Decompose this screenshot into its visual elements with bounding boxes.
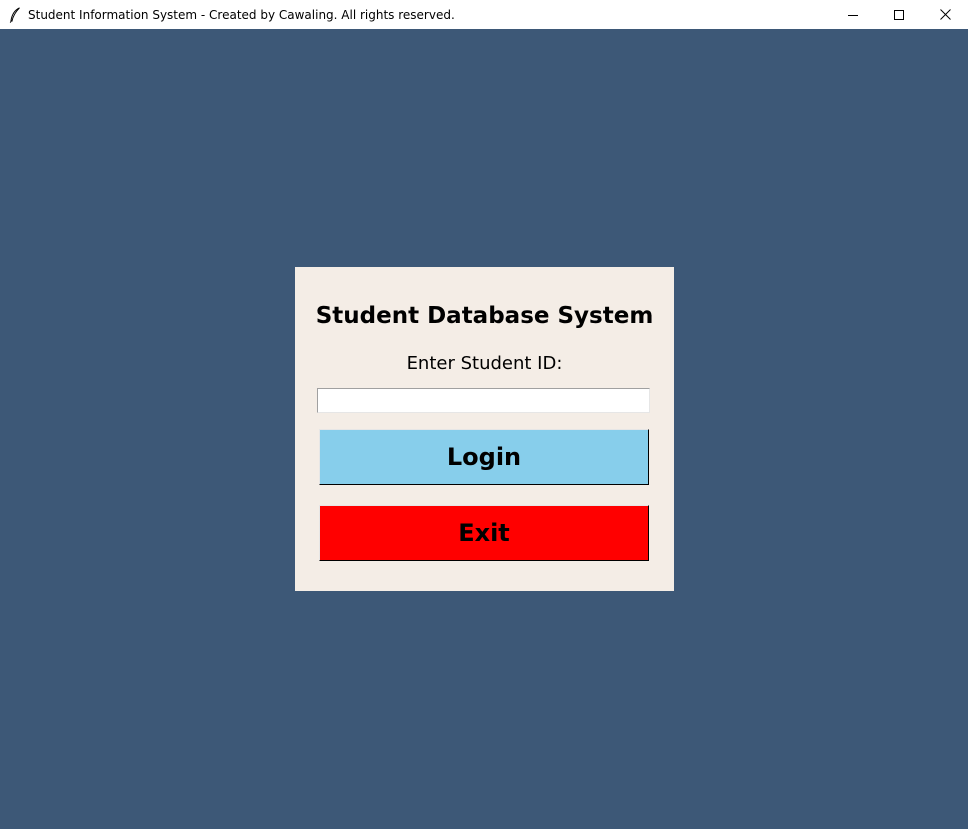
student-id-input[interactable]	[317, 388, 650, 413]
exit-button[interactable]: Exit	[319, 505, 649, 561]
close-icon	[939, 5, 951, 24]
page-title: Student Database System	[315, 303, 654, 329]
maximize-button[interactable]	[876, 0, 922, 29]
app-window: Student Information System - Created by …	[0, 0, 968, 829]
maximize-icon	[894, 5, 904, 24]
main-background: Student Database System Enter Student ID…	[0, 29, 968, 829]
title-bar[interactable]: Student Information System - Created by …	[0, 0, 968, 29]
login-panel: Student Database System Enter Student ID…	[295, 267, 674, 591]
close-button[interactable]	[922, 0, 968, 29]
feather-icon	[9, 6, 21, 23]
minimize-icon	[848, 5, 858, 24]
minimize-button[interactable]	[830, 0, 876, 29]
window-controls	[830, 0, 968, 29]
login-button[interactable]: Login	[319, 429, 649, 485]
student-id-label: Enter Student ID:	[406, 353, 563, 374]
window-title: Student Information System - Created by …	[28, 7, 455, 22]
